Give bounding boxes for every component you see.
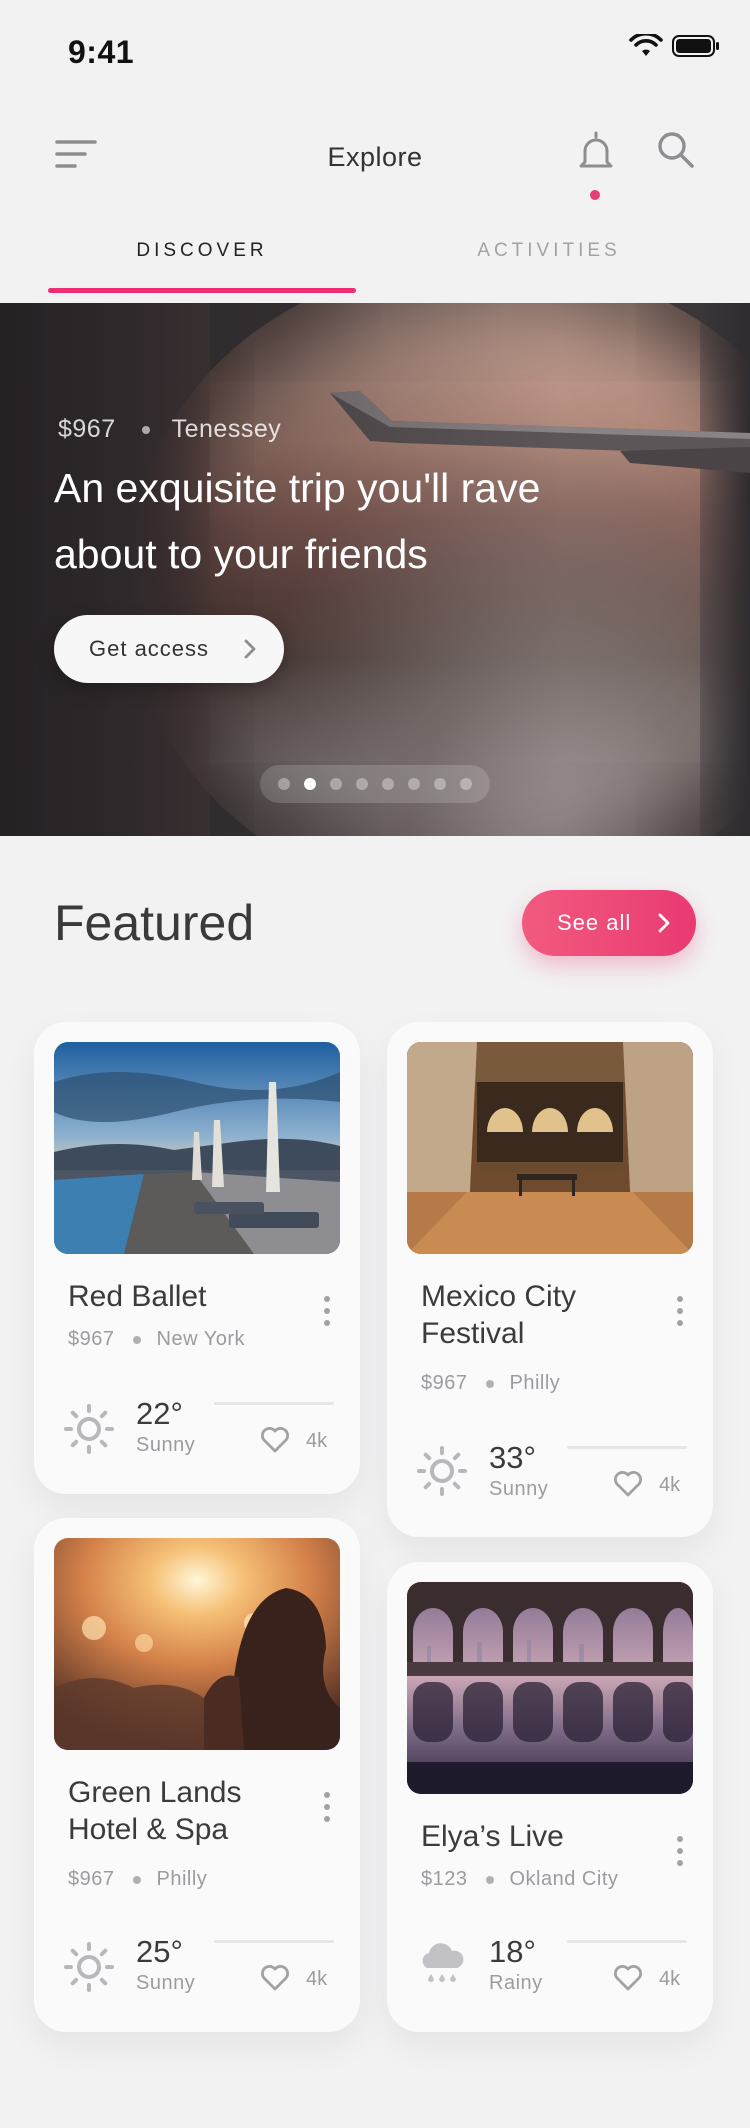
heart-icon[interactable]	[260, 1964, 290, 1992]
search-icon[interactable]	[656, 130, 696, 170]
more-options-icon[interactable]	[322, 1296, 332, 1332]
separator-dot	[485, 1379, 494, 1388]
weather-temp: 33°	[489, 1440, 536, 1475]
pager-dot[interactable]	[434, 778, 446, 790]
event-card[interactable]: Red Ballet $967 New York 22° Sunny 4k	[34, 1022, 360, 1494]
separator-dot	[132, 1875, 141, 1884]
event-name: Red Ballet	[68, 1280, 207, 1313]
status-time: 9:41	[68, 34, 135, 70]
heart-icon[interactable]	[260, 1426, 290, 1454]
more-options-icon[interactable]	[675, 1296, 685, 1332]
event-name: Mexico City Festival	[421, 1280, 577, 1350]
like-count: 4k	[306, 1430, 328, 1452]
bell-icon[interactable]	[577, 130, 615, 180]
pager-dot[interactable]	[382, 778, 394, 790]
weather-condition: Sunny	[136, 1434, 196, 1456]
hero-location: Tenessey	[171, 415, 282, 443]
pager-dot[interactable]	[460, 778, 472, 790]
like-count: 4k	[306, 1968, 328, 1990]
hero-banner[interactable]: $967 Tenessey An exquisite trip you'll r…	[0, 303, 750, 836]
event-meta: $967 Philly	[421, 1372, 560, 1395]
event-card[interactable]: Mexico City Festival $967 Philly 33° Sun…	[387, 1022, 713, 1537]
sun-icon	[64, 1404, 114, 1454]
separator-dot	[485, 1875, 494, 1884]
event-price: $967	[68, 1868, 115, 1890]
event-name: Elya’s Live	[421, 1820, 564, 1853]
event-name: Green Lands Hotel & Spa	[68, 1776, 242, 1846]
notification-dot	[590, 190, 600, 200]
event-card[interactable]: Elya’s Live $123 Okland City 18° Rainy 4…	[387, 1562, 713, 2032]
get-access-label: Get access	[89, 636, 210, 661]
event-price: $123	[421, 1868, 468, 1890]
event-location: Philly	[509, 1372, 561, 1394]
weather-temp: 22°	[136, 1396, 183, 1431]
pager-dot[interactable]	[356, 778, 368, 790]
heart-icon[interactable]	[613, 1470, 643, 1498]
top-nav: Explore	[0, 110, 750, 200]
divider-line	[214, 1940, 334, 1943]
tab-discover[interactable]: DISCOVER	[48, 240, 356, 262]
weather-condition: Rainy	[489, 1972, 543, 1994]
like-count: 4k	[659, 1474, 681, 1496]
weather-temp: 25°	[136, 1934, 183, 1969]
see-all-label: See all	[557, 910, 632, 935]
divider-line	[214, 1402, 334, 1405]
active-tab-indicator	[48, 288, 356, 293]
separator-dot	[132, 1335, 141, 1344]
event-price: $967	[421, 1372, 468, 1394]
hero-meta: $967 Tenessey	[58, 415, 281, 444]
weather-temp: 18°	[489, 1934, 536, 1969]
event-image-grand-hall	[407, 1042, 693, 1254]
sun-icon	[417, 1446, 467, 1496]
pager-dot[interactable]	[278, 778, 290, 790]
hero-price: $967	[58, 415, 116, 443]
pager-dot[interactable]	[408, 778, 420, 790]
status-bar: 9:41	[0, 0, 750, 100]
chevron-right-icon	[658, 913, 670, 933]
pager-dot[interactable]	[330, 778, 342, 790]
hero-title: An exquisite trip you'll rave about to y…	[54, 465, 541, 577]
weather-condition: Sunny	[489, 1478, 549, 1500]
event-location: New York	[156, 1328, 245, 1350]
tab-bar: DISCOVER ACTIVITIES	[0, 226, 750, 302]
like-count: 4k	[659, 1968, 681, 1990]
event-location: Philly	[156, 1868, 208, 1890]
event-meta: $123 Okland City	[421, 1868, 618, 1891]
more-options-icon[interactable]	[675, 1836, 685, 1872]
divider-line	[567, 1940, 687, 1943]
more-options-icon[interactable]	[322, 1792, 332, 1828]
pager-dot[interactable]	[304, 778, 316, 790]
event-image-sunset-concert	[54, 1538, 340, 1750]
featured-heading: Featured	[54, 895, 255, 951]
event-location: Okland City	[509, 1868, 619, 1890]
event-meta: $967 New York	[68, 1328, 245, 1351]
page-title: Explore	[327, 142, 423, 172]
wifi-icon	[629, 34, 663, 56]
hero-pager	[260, 765, 490, 803]
heart-icon[interactable]	[613, 1964, 643, 1992]
see-all-button[interactable]: See all	[522, 890, 696, 956]
divider-line	[567, 1446, 687, 1449]
chevron-right-icon	[244, 639, 256, 659]
event-price: $967	[68, 1328, 115, 1350]
battery-icon	[672, 35, 719, 57]
event-image-arches-reflection	[407, 1582, 693, 1794]
event-meta: $967 Philly	[68, 1868, 207, 1891]
event-card[interactable]: Green Lands Hotel & Spa $967 Philly 25° …	[34, 1518, 360, 2032]
get-access-button[interactable]: Get access	[54, 615, 284, 683]
rain-cloud-icon	[422, 1943, 464, 1982]
separator-dot	[141, 425, 150, 434]
tab-activities[interactable]: ACTIVITIES	[394, 240, 704, 262]
sun-icon	[64, 1942, 114, 1992]
weather-condition: Sunny	[136, 1972, 196, 1994]
event-image-pool-terrace	[54, 1042, 340, 1254]
